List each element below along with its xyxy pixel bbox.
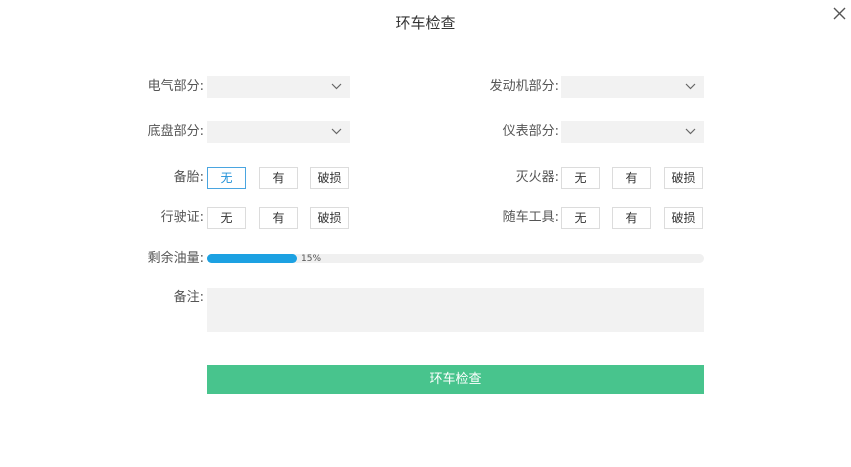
- fuel-progress-bar[interactable]: [207, 254, 704, 263]
- tools-label: 随车工具:: [502, 210, 559, 225]
- license-option-none[interactable]: 无: [207, 207, 246, 229]
- chassis-label: 底盘部分:: [147, 124, 204, 139]
- extinguisher-label: 灭火器:: [515, 170, 559, 185]
- spare-tire-option-yes[interactable]: 有: [259, 167, 298, 189]
- remark-textarea[interactable]: [207, 288, 704, 332]
- engine-label: 发动机部分:: [489, 79, 559, 94]
- extinguisher-option-none[interactable]: 无: [561, 167, 600, 189]
- instrument-label: 仪表部分:: [502, 124, 559, 139]
- license-option-yes[interactable]: 有: [259, 207, 298, 229]
- chevron-down-icon: [685, 83, 696, 90]
- chassis-select[interactable]: [207, 121, 350, 143]
- extinguisher-option-damaged[interactable]: 破损: [664, 167, 703, 189]
- tools-option-damaged[interactable]: 破损: [664, 207, 703, 229]
- fuel-progress-text: 15%: [301, 254, 322, 264]
- fuel-progress-fill: [207, 254, 297, 263]
- electrical-select[interactable]: [207, 76, 350, 98]
- license-option-damaged[interactable]: 破损: [310, 207, 349, 229]
- extinguisher-option-yes[interactable]: 有: [612, 167, 651, 189]
- spare-tire-option-damaged[interactable]: 破损: [310, 167, 349, 189]
- instrument-select[interactable]: [561, 121, 704, 143]
- electrical-label: 电气部分:: [147, 79, 204, 94]
- submit-button[interactable]: 环车检查: [207, 365, 704, 394]
- engine-select[interactable]: [561, 76, 704, 98]
- chevron-down-icon: [331, 128, 342, 135]
- close-icon: [833, 7, 846, 20]
- chevron-down-icon: [685, 128, 696, 135]
- license-label: 行驶证:: [160, 210, 204, 225]
- close-button[interactable]: [829, 4, 849, 24]
- remark-label: 备注:: [173, 290, 204, 305]
- spare-tire-label: 备胎:: [173, 170, 204, 185]
- fuel-label: 剩余油量:: [147, 251, 204, 266]
- tools-option-none[interactable]: 无: [561, 207, 600, 229]
- spare-tire-option-none[interactable]: 无: [207, 167, 246, 189]
- chevron-down-icon: [331, 83, 342, 90]
- tools-option-yes[interactable]: 有: [612, 207, 651, 229]
- dialog-title: 环车检查: [395, 14, 456, 32]
